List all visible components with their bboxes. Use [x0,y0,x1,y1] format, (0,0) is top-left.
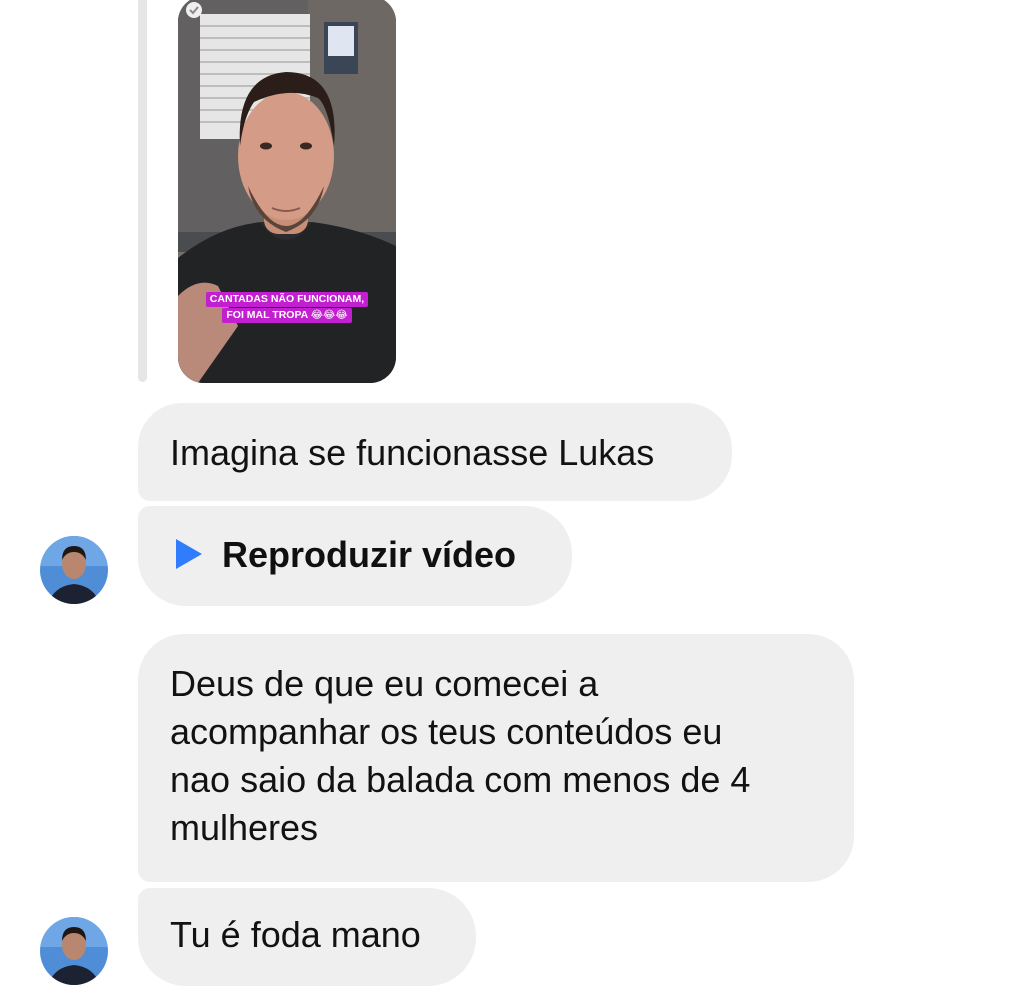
message-line: nao saio da balada com menos de 4 [170,759,751,800]
story-reply-thumbnail[interactable]: CANTADAS NÃO FUNCIONAM, FOI MAL TROPA 😂😂… [178,0,396,383]
story-thumbnail-image [178,0,396,383]
avatar[interactable] [40,536,108,604]
story-caption-line-1: CANTADAS NÃO FUNCIONAM, [205,292,369,307]
play-icon[interactable] [176,539,202,569]
message-line: mulheres [170,807,319,848]
check-badge-icon [186,2,202,18]
video-message-bubble[interactable]: Reproduzir vídeo [138,506,572,606]
reply-indicator-bar [138,0,147,382]
message-bubble-deus[interactable]: Deus de que eu comecei a acompanhar os t… [138,634,854,882]
message-line: acompanhar os teus conteúdos eu [170,711,723,752]
message-bubble-imagina[interactable]: Imagina se funcionasse Lukas [138,403,732,501]
avatar[interactable] [40,917,108,985]
avatar-image [40,917,108,985]
message-line: Deus de que eu comecei a [170,663,599,704]
message-text: Imagina se funcionasse Lukas [170,432,655,473]
message-bubble-tu-e-foda[interactable]: Tu é foda mano [138,888,476,986]
play-video-label[interactable]: Reproduzir vídeo [222,531,516,579]
message-text: Tu é foda mano [170,914,421,955]
story-caption-line-2: FOI MAL TROPA 😂😂😂 [222,308,352,323]
story-caption: CANTADAS NÃO FUNCIONAM, FOI MAL TROPA 😂😂… [178,292,396,323]
avatar-image [40,536,108,604]
